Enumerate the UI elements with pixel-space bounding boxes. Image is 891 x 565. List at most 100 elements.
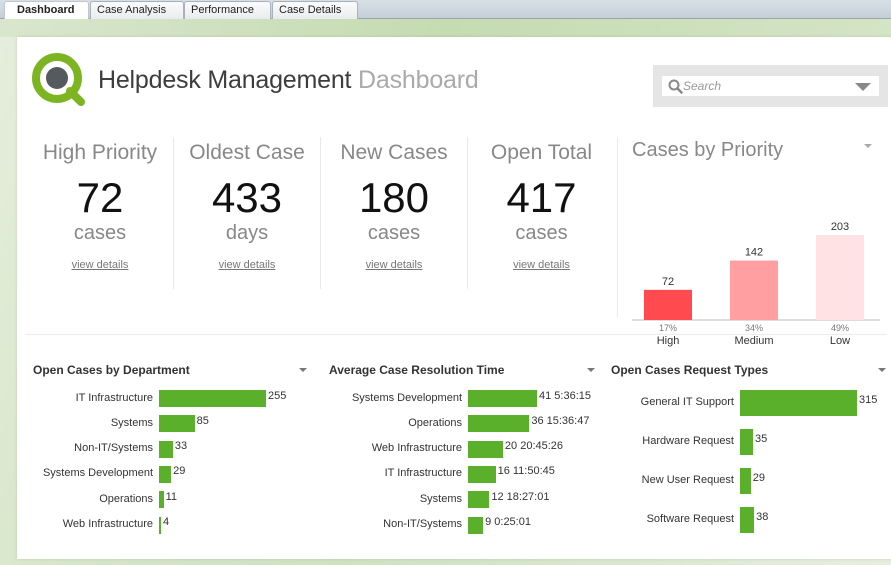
value-label: 4 bbox=[163, 516, 170, 528]
bar[interactable] bbox=[468, 440, 503, 458]
tab-performance[interactable]: Performance bbox=[184, 1, 271, 19]
tab-label: Case Details bbox=[279, 4, 342, 16]
category-label: Operations bbox=[99, 492, 153, 505]
tab-case-details[interactable]: Case Details bbox=[272, 1, 358, 19]
page-title: Helpdesk Management Dashboard bbox=[98, 66, 479, 95]
bar[interactable] bbox=[159, 415, 195, 433]
bar[interactable] bbox=[159, 516, 161, 534]
section-divider bbox=[25, 334, 887, 335]
kpi-unit: cases bbox=[367, 222, 421, 244]
value-label: 12 18:27:01 bbox=[491, 490, 550, 503]
cases-by-priority-chart: Cases by Priority 72 17% High 142 34% Medium 2… bbox=[617, 137, 889, 347]
chart-title: Average Case Resolution Time bbox=[329, 363, 505, 377]
bar-medium[interactable] bbox=[730, 260, 778, 320]
bar-row: IT Infrastructure 255 bbox=[33, 390, 308, 407]
search-box[interactable] bbox=[662, 76, 879, 96]
search-icon bbox=[668, 79, 683, 94]
kpi-open-total: Open Total 417 cases view details bbox=[468, 137, 615, 289]
tab-case-analysis[interactable]: Case Analysis bbox=[90, 1, 184, 19]
search-dropdown-icon[interactable] bbox=[855, 83, 871, 91]
bar-row: Non-IT/Systems 33 bbox=[33, 440, 308, 458]
value-label: 20 20:45:26 bbox=[504, 440, 564, 453]
kpi-new-cases: New Cases 180 cases view details bbox=[321, 137, 468, 289]
priority-bar-svg: 72 17% High 142 34% Medium 203 49% Low bbox=[632, 221, 880, 347]
bar[interactable] bbox=[468, 390, 537, 407]
kpi-oldest-case: Oldest Case 433 days view details bbox=[174, 137, 321, 289]
bar[interactable] bbox=[468, 491, 490, 509]
bar-row: Web Infrastructure 20 20:45:26 bbox=[329, 440, 599, 458]
percent-label: 49% bbox=[831, 323, 849, 333]
tab-dashboard[interactable]: Dashboard bbox=[4, 1, 89, 20]
category-label: Web Infrastructure bbox=[62, 518, 153, 530]
qlik-logo-icon bbox=[32, 53, 85, 106]
value-label: 29 bbox=[752, 472, 766, 484]
bar-row: Systems Development 41 5:36:15 bbox=[329, 390, 599, 407]
title-sub: Dashboard bbox=[358, 66, 479, 94]
tab-label: Case Analysis bbox=[97, 4, 167, 16]
category-label: Web Infrastructure bbox=[371, 442, 462, 455]
open-cases-by-department-chart: Open Cases by Department IT Infrastructu… bbox=[33, 357, 308, 542]
kpi-value: 180 bbox=[358, 174, 430, 221]
kpi-title: Oldest Case bbox=[189, 141, 305, 164]
chart-menu-icon[interactable] bbox=[587, 368, 595, 372]
bar[interactable] bbox=[740, 507, 755, 533]
sheet-tab-bar: Dashboard Case Analysis Performance Case… bbox=[0, 0, 891, 20]
view-details-link[interactable]: view details bbox=[72, 259, 129, 271]
bar-row: Hardware Request 35 bbox=[611, 429, 891, 455]
chart-menu-icon[interactable] bbox=[299, 368, 307, 372]
category-label: Non-IT/Systems bbox=[74, 442, 153, 455]
bar-row: Systems 85 bbox=[33, 414, 308, 433]
bar[interactable] bbox=[159, 440, 173, 458]
value-label: 33 bbox=[174, 440, 188, 453]
bar-row: General IT Support 315 bbox=[611, 390, 891, 416]
view-details-link[interactable]: view details bbox=[219, 259, 276, 271]
kpi-value: 72 bbox=[76, 174, 124, 221]
data-label: 142 bbox=[745, 247, 763, 259]
value-label: 255 bbox=[268, 389, 287, 402]
kpi-title: High Priority bbox=[42, 141, 158, 164]
bar-row: Software Request 38 bbox=[611, 507, 891, 533]
value-label: 9 0:25:01 bbox=[485, 516, 531, 528]
chart-menu-icon[interactable] bbox=[878, 368, 886, 372]
view-details-link[interactable]: view details bbox=[513, 259, 570, 271]
category-label: Systems bbox=[419, 492, 462, 505]
category-label: High bbox=[657, 335, 680, 347]
kpi-title: New Cases bbox=[340, 141, 448, 164]
category-label: Systems Development bbox=[42, 467, 153, 480]
chart-title: Open Cases Request Types bbox=[611, 363, 769, 377]
search-input[interactable] bbox=[683, 77, 843, 95]
category-label: IT Infrastructure bbox=[75, 391, 153, 404]
value-label: 315 bbox=[859, 394, 878, 406]
category-label: Software Request bbox=[646, 513, 734, 525]
percent-label: 17% bbox=[659, 323, 677, 333]
value-label: 85 bbox=[196, 414, 209, 427]
bar[interactable] bbox=[740, 429, 753, 455]
category-label: Medium bbox=[734, 335, 773, 347]
kpi-value: 417 bbox=[506, 174, 577, 221]
view-details-link[interactable]: view details bbox=[366, 259, 423, 271]
category-label: Systems Development bbox=[351, 391, 462, 404]
value-label: 11 bbox=[165, 490, 178, 503]
bar[interactable] bbox=[468, 415, 530, 433]
value-label: 41 5:36:15 bbox=[539, 389, 591, 402]
tab-label: Performance bbox=[191, 4, 254, 16]
bar[interactable] bbox=[740, 468, 751, 494]
data-label: 203 bbox=[831, 221, 849, 233]
bar[interactable] bbox=[159, 390, 266, 407]
tab-label: Dashboard bbox=[17, 4, 75, 16]
bar[interactable] bbox=[159, 491, 164, 509]
value-label: 16 11:50:45 bbox=[497, 465, 555, 478]
category-label: Low bbox=[830, 335, 850, 347]
category-label: IT Infrastructure bbox=[384, 467, 462, 480]
bar[interactable] bbox=[159, 465, 172, 483]
bar[interactable] bbox=[468, 516, 484, 534]
value-label: 29 bbox=[173, 465, 186, 478]
bar[interactable] bbox=[740, 390, 857, 416]
bar-low[interactable] bbox=[816, 235, 864, 320]
open-cases-request-types-chart: Open Cases Request Types General IT Supp… bbox=[611, 357, 891, 542]
bar-row: IT Infrastructure 16 11:50:45 bbox=[329, 465, 599, 483]
category-label: New User Request bbox=[641, 474, 734, 486]
bar-row: New User Request 29 bbox=[611, 468, 891, 494]
bar[interactable] bbox=[468, 465, 496, 483]
bar-high[interactable] bbox=[644, 289, 692, 320]
